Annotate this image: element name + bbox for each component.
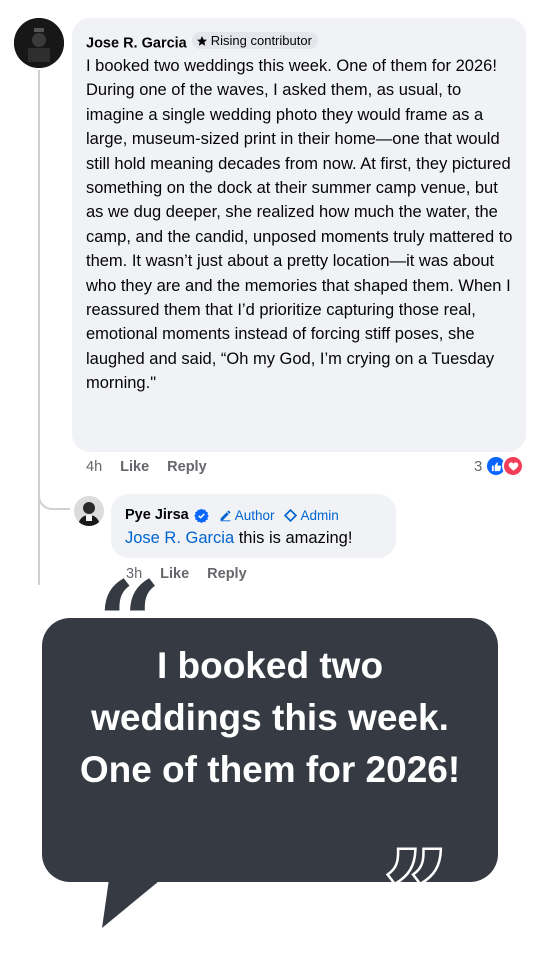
love-reaction-icon	[502, 455, 525, 477]
diamond-icon	[284, 508, 298, 522]
reply-button[interactable]: Reply	[167, 459, 207, 475]
comment-timestamp[interactable]: 4h	[86, 459, 102, 475]
reply-avatar-photo	[74, 496, 104, 526]
comment-body: I booked two weddings this week. One of …	[86, 57, 513, 393]
verified-badge-icon	[193, 508, 209, 523]
author-role-tag[interactable]: Author	[219, 507, 275, 523]
pencil-icon	[220, 510, 231, 521]
thread-line	[38, 70, 40, 585]
reaction-count: 3	[474, 457, 483, 475]
admin-role-tag[interactable]: Admin	[284, 507, 339, 523]
mention-link[interactable]: Jose R. Garcia	[125, 529, 234, 547]
reply-author[interactable]: Pye Jirsa	[125, 507, 189, 523]
comment-bubble: Jose R. Garcia Rising contributor I booke…	[72, 18, 526, 452]
avatar[interactable]	[14, 18, 64, 68]
badge-label: Rising contributor	[210, 33, 312, 48]
speech-bubble-tail	[102, 872, 170, 928]
reply-body: Jose R. Garcia this is amazing!	[125, 529, 352, 548]
reply-bubble: Pye Jirsa Author Admin Jose R. Garcia th…	[111, 494, 396, 558]
thread-branch	[38, 480, 70, 510]
reply-like-button[interactable]: Like	[160, 566, 189, 582]
reply-avatar[interactable]	[74, 496, 104, 526]
avatar-photo	[14, 18, 64, 68]
reply-text: this is amazing!	[234, 529, 353, 547]
like-button[interactable]: Like	[120, 459, 149, 475]
admin-role-label: Admin	[300, 507, 339, 523]
reply-reply-button[interactable]: Reply	[207, 566, 247, 582]
author-role-label: Author	[234, 507, 275, 523]
rising-contributor-badge[interactable]: Rising contributor	[191, 32, 318, 49]
star-icon	[196, 35, 207, 46]
comment-actions: 4h Like Reply	[86, 459, 207, 475]
quote-text: I booked two weddings this week. One of …	[79, 645, 461, 790]
reaction-summary[interactable]: 3	[474, 455, 525, 477]
close-quote-mark: ”	[381, 828, 450, 959]
comment-author[interactable]: Jose R. Garcia	[86, 36, 187, 52]
